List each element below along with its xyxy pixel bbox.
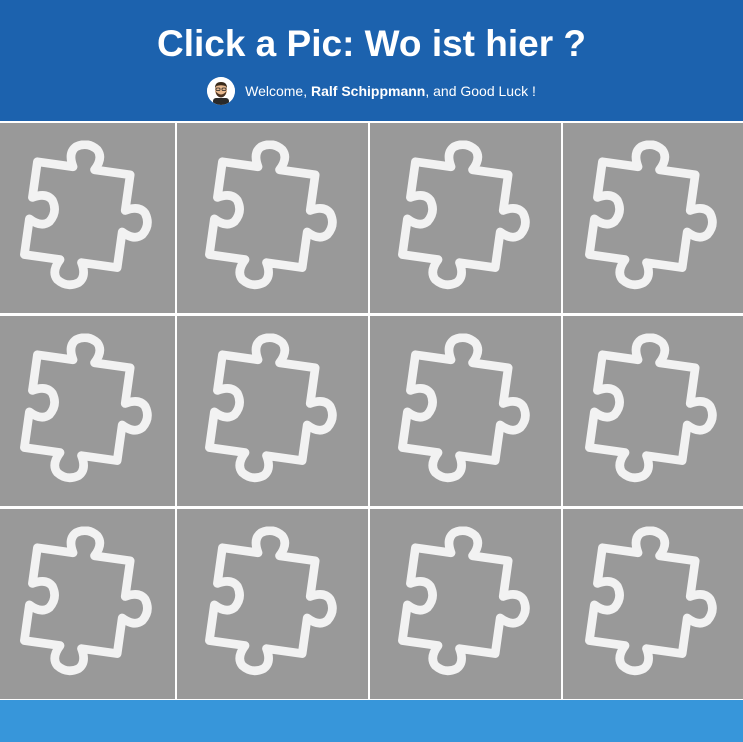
picture-tile-r3-c1[interactable] [0, 509, 175, 699]
welcome-bar: Welcome, Ralf Schippmann, and Good Luck … [0, 76, 743, 106]
picture-tile-r1-c2[interactable] [177, 123, 368, 313]
puzzle-piece-icon [204, 526, 337, 676]
picture-tile-r1-c3[interactable] [370, 123, 561, 313]
puzzle-piece-icon [585, 526, 717, 676]
user-avatar-icon [207, 77, 236, 105]
puzzle-piece-icon [397, 526, 530, 676]
puzzle-piece-icon [19, 526, 152, 676]
page-header: Click a Pic: Wo ist hier ? Welcome, Ralf… [0, 0, 743, 121]
picture-tile-r3-c2[interactable] [177, 509, 368, 699]
picture-tile-r2-c1[interactable] [0, 316, 175, 506]
puzzle-piece-icon [204, 140, 337, 290]
page-footer [0, 700, 743, 742]
page-title: Click a Pic: Wo ist hier ? [156, 23, 587, 64]
picture-grid [0, 121, 743, 699]
welcome-message: Welcome, Ralf Schippmann, and Good Luck … [245, 83, 536, 99]
puzzle-piece-icon [19, 333, 152, 483]
puzzle-piece-icon [19, 140, 152, 290]
puzzle-piece-icon [204, 333, 337, 483]
picture-tile-r3-c3[interactable] [370, 509, 561, 699]
picture-tile-r2-c3[interactable] [370, 316, 561, 506]
welcome-suffix: , and Good Luck ! [425, 83, 536, 99]
picture-tile-r2-c4[interactable] [563, 316, 743, 506]
puzzle-piece-icon [397, 333, 530, 483]
puzzle-piece-icon [585, 140, 717, 290]
picture-tile-r1-c1[interactable] [0, 123, 175, 313]
puzzle-piece-icon [397, 140, 530, 290]
welcome-prefix: Welcome, [245, 83, 311, 99]
picture-tile-r2-c2[interactable] [177, 316, 368, 506]
puzzle-piece-icon [585, 333, 717, 483]
picture-tile-r1-c4[interactable] [563, 123, 743, 313]
picture-tile-r3-c4[interactable] [563, 509, 743, 699]
user-name: Ralf Schippmann [310, 83, 426, 99]
